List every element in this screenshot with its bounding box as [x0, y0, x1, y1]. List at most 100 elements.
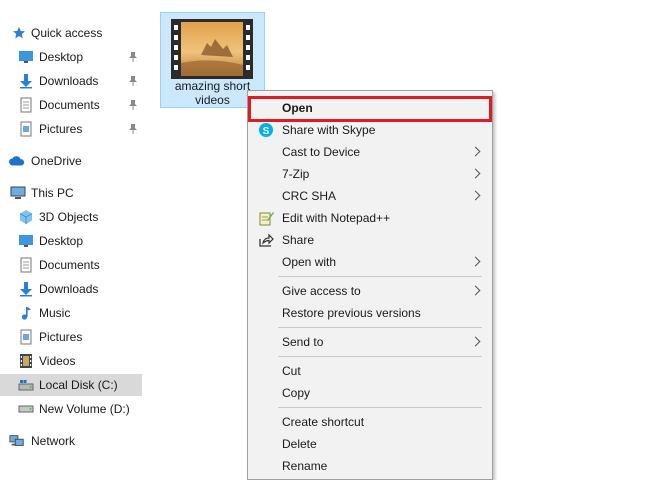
nav-label: Desktop — [39, 234, 84, 248]
menu-item-share-with-skype[interactable]: S Share with Skype — [248, 119, 492, 141]
drive-icon — [18, 401, 34, 417]
nav-quick-desktop[interactable]: Desktop — [0, 46, 142, 68]
menu-item-label: Cast to Device — [282, 145, 361, 159]
menu-item-label: 7-Zip — [282, 167, 310, 181]
skype-icon: S — [259, 123, 273, 137]
nav-downloads[interactable]: Downloads — [0, 278, 142, 300]
nav-quick-pictures[interactable]: Pictures — [0, 118, 142, 140]
nav-local-disk-c[interactable]: Local Disk (C:) — [0, 374, 142, 396]
nav-videos[interactable]: Videos — [0, 350, 142, 372]
pictures-icon — [18, 329, 34, 345]
menu-item-label: Send to — [282, 335, 324, 349]
menu-item-delete[interactable]: Delete — [248, 433, 492, 455]
nav-3d-objects[interactable]: 3D Objects — [0, 206, 142, 228]
menu-item-create-shortcut[interactable]: Create shortcut — [248, 411, 492, 433]
nav-this-pc[interactable]: This PC — [0, 182, 142, 204]
nav-label: Pictures — [39, 330, 83, 344]
navigation-pane: Quick access Desktop Downloads Documents… — [0, 0, 150, 471]
nav-pictures[interactable]: Pictures — [0, 326, 142, 348]
downloads-icon — [18, 73, 34, 89]
nav-documents[interactable]: Documents — [0, 254, 142, 276]
nav-label: Pictures — [39, 122, 83, 136]
menu-item-open-with[interactable]: Open with — [248, 251, 492, 273]
desktop-icon — [18, 49, 34, 65]
this-pc-icon — [10, 185, 26, 201]
chevron-right-icon — [470, 336, 481, 347]
menu-item-7zip[interactable]: 7-Zip — [248, 163, 492, 185]
nav-label: Downloads — [39, 74, 99, 88]
menu-item-label: Create shortcut — [282, 415, 365, 429]
menu-separator — [278, 276, 482, 277]
menu-item-label: CRC SHA — [282, 189, 337, 203]
menu-separator — [278, 356, 482, 357]
3d-objects-icon — [18, 209, 34, 225]
nav-label: Documents — [39, 258, 100, 272]
context-menu: Open S Share with Skype Cast to Device 7… — [247, 90, 493, 480]
menu-item-label: Copy — [282, 386, 311, 400]
svg-text:S: S — [263, 126, 270, 137]
menu-item-label: Give access to — [282, 284, 361, 298]
menu-item-edit-with-notepad-plus-plus[interactable]: Edit with Notepad++ — [248, 207, 492, 229]
videos-icon — [18, 353, 34, 369]
nav-music[interactable]: Music — [0, 302, 142, 324]
nav-label: Quick access — [31, 26, 103, 40]
menu-item-cast-to-device[interactable]: Cast to Device — [248, 141, 492, 163]
nav-network[interactable]: Network — [0, 430, 142, 452]
nav-desktop[interactable]: Desktop — [0, 230, 142, 252]
menu-item-label: Share — [282, 233, 315, 247]
chevron-right-icon — [470, 168, 481, 179]
chevron-right-icon — [470, 190, 481, 201]
nav-label: New Volume (D:) — [39, 402, 130, 416]
menu-item-send-to[interactable]: Send to — [248, 331, 492, 353]
nav-label: Local Disk (C:) — [39, 378, 118, 392]
notepad-plus-plus-icon — [259, 212, 274, 226]
onedrive-icon — [9, 153, 25, 169]
chevron-right-icon — [470, 146, 481, 157]
pin-icon[interactable] — [128, 99, 138, 111]
video-file-icon — [171, 19, 253, 79]
nav-label: This PC — [31, 186, 74, 200]
downloads-icon — [18, 281, 34, 297]
pin-icon[interactable] — [128, 75, 138, 87]
music-icon — [18, 305, 34, 321]
nav-new-volume-d[interactable]: New Volume (D:) — [0, 398, 142, 420]
nav-label: Desktop — [39, 50, 84, 64]
nav-label: Music — [39, 306, 71, 320]
menu-item-label: Edit with Notepad++ — [282, 211, 391, 225]
menu-item-give-access-to[interactable]: Give access to — [248, 280, 492, 302]
share-icon — [259, 233, 274, 247]
star-icon — [11, 25, 27, 41]
chevron-right-icon — [470, 285, 481, 296]
menu-item-rename[interactable]: Rename — [248, 455, 492, 477]
nav-label: Videos — [39, 354, 76, 368]
menu-item-label: Share with Skype — [282, 123, 376, 137]
nav-quick-documents[interactable]: Documents — [0, 94, 142, 116]
documents-icon — [18, 257, 34, 273]
pin-icon[interactable] — [128, 123, 138, 135]
menu-item-label: Restore previous versions — [282, 306, 421, 320]
pin-icon[interactable] — [128, 51, 138, 63]
nav-onedrive[interactable]: OneDrive — [0, 150, 142, 172]
nav-quick-access[interactable]: Quick access — [0, 22, 142, 44]
local-disk-icon — [18, 377, 34, 393]
menu-item-cut[interactable]: Cut — [248, 360, 492, 382]
menu-item-restore-previous-versions[interactable]: Restore previous versions — [248, 302, 492, 324]
nav-label: Documents — [39, 98, 100, 112]
menu-item-copy[interactable]: Copy — [248, 382, 492, 404]
network-icon — [9, 433, 25, 449]
nav-label: Downloads — [39, 282, 99, 296]
menu-item-share[interactable]: Share — [248, 229, 492, 251]
menu-item-label: Cut — [282, 364, 301, 378]
chevron-right-icon — [470, 256, 481, 267]
nav-label: 3D Objects — [39, 210, 99, 224]
nav-quick-downloads[interactable]: Downloads — [0, 70, 142, 92]
menu-item-label: Open with — [282, 255, 337, 269]
pictures-icon — [18, 121, 34, 137]
nav-label: OneDrive — [31, 154, 82, 168]
desktop-icon — [18, 233, 34, 249]
menu-item-label: Delete — [282, 437, 317, 451]
menu-separator — [278, 327, 482, 328]
menu-item-crc-sha[interactable]: CRC SHA — [248, 185, 492, 207]
documents-icon — [18, 97, 34, 113]
menu-separator — [278, 407, 482, 408]
